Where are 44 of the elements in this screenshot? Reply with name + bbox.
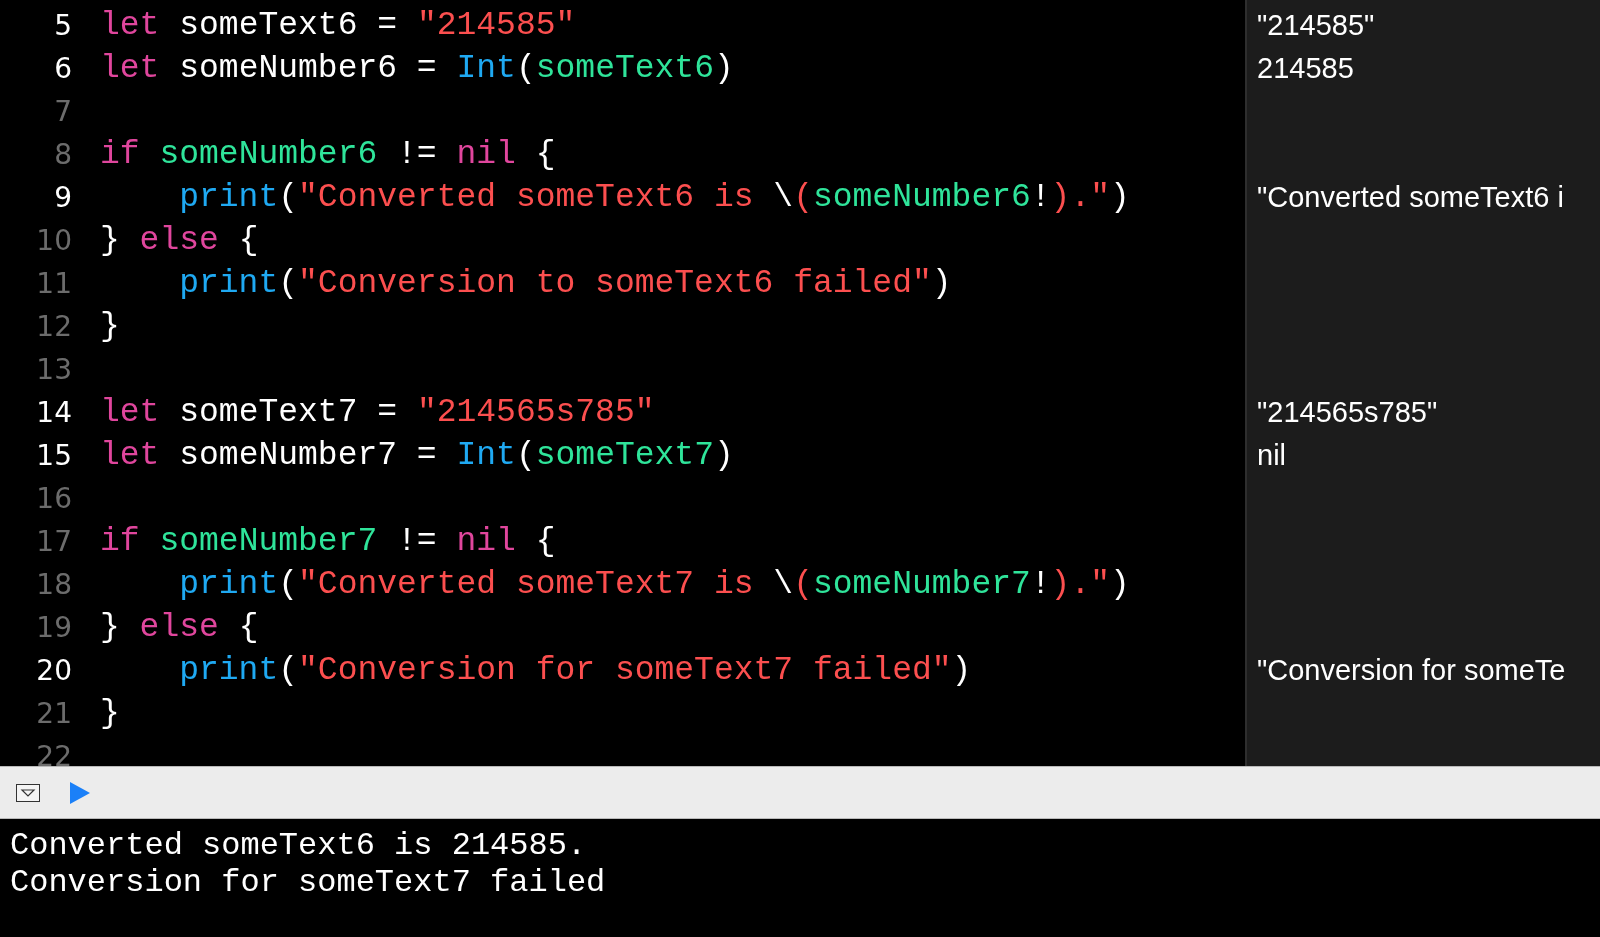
result-value: "Converted someText6 i — [1257, 181, 1564, 213]
code-line: if someNumber6 != nil { — [100, 136, 556, 173]
hide-console-button[interactable] — [16, 783, 40, 802]
line-number: 18 — [35, 567, 72, 603]
run-button[interactable] — [70, 781, 90, 804]
code-line: let someText7 = "214565s785" — [100, 394, 655, 431]
console-line: Conversion for someText7 failed — [10, 864, 607, 901]
result-value: "214585" — [1257, 9, 1375, 41]
line-number: 17 — [35, 524, 72, 560]
code-line: if someNumber7 != nil { — [100, 523, 556, 560]
line-number: 5 — [53, 8, 72, 44]
line-number: 10 — [35, 223, 72, 259]
code-line: } else { — [100, 609, 259, 646]
code-line: print("Conversion to someText6 failed") — [178, 265, 952, 302]
line-number: 19 — [35, 610, 72, 646]
code-line: let someText6 = "214585" — [100, 7, 576, 44]
code-line: } else { — [100, 222, 259, 259]
code-line: print("Converted someText7 is \(someNumber7!).") — [178, 566, 1130, 603]
line-number: 21 — [35, 696, 72, 732]
line-number: 9 — [53, 180, 72, 216]
line-number: 6 — [53, 51, 72, 87]
collapse-icon — [16, 783, 40, 802]
result-value: nil — [1257, 439, 1286, 471]
code-line: let someNumber7 = Int(someText7) — [100, 437, 734, 474]
console-line: Converted someText6 is 214585. — [10, 827, 588, 864]
line-number: 16 — [35, 481, 72, 517]
code-line: } — [100, 308, 120, 345]
result-value: 214585 — [1257, 52, 1354, 84]
code-line: } — [100, 695, 120, 732]
line-number: 20 — [35, 653, 72, 689]
result-value: "Conversion for someTe — [1257, 654, 1566, 686]
play-icon — [70, 781, 90, 804]
line-number: 14 — [35, 395, 72, 431]
line-number: 7 — [53, 94, 72, 130]
line-number: 13 — [35, 352, 72, 388]
result-value: "214565s785" — [1257, 396, 1438, 428]
code-line: print("Conversion for someText7 failed") — [178, 652, 972, 689]
line-number: 15 — [35, 438, 72, 474]
line-number: 11 — [35, 266, 72, 302]
line-number: 12 — [35, 309, 72, 345]
code-line: let someNumber6 = Int(someText6) — [100, 50, 734, 87]
line-number: 22 — [35, 739, 72, 766]
code-line: print("Converted someText6 is \(someNumber6!).") — [178, 179, 1130, 216]
line-number: 8 — [53, 137, 72, 173]
